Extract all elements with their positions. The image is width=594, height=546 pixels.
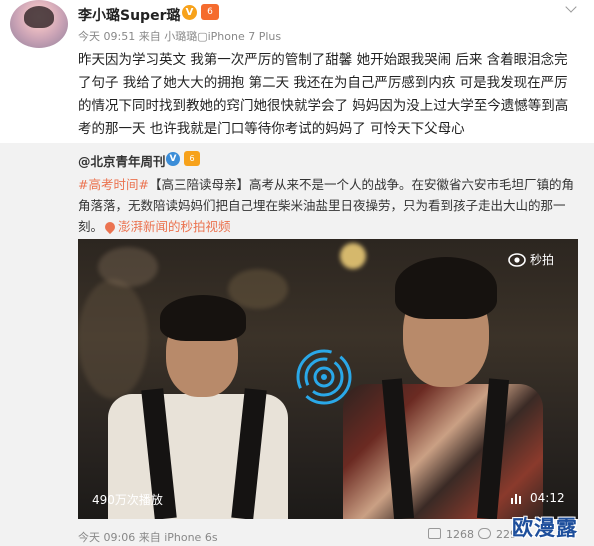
chevron-down-icon[interactable] [564, 2, 578, 16]
share-count: 1268 [446, 528, 474, 541]
weibo-post: 李小璐Super璐 V 6 今天 09:51 来自 小璐璐▢iPhone 7 P… [0, 0, 594, 143]
left-boy-hair [160, 295, 246, 341]
eye-icon [508, 253, 526, 267]
repost-username[interactable]: @北京青年周刊 [78, 151, 166, 170]
repost-text: #高考时间#【高三陪读母亲】高考从来不是一个人的战争。在安徽省六安市毛坦厂镇的角… [78, 174, 578, 237]
avatar[interactable] [10, 0, 68, 48]
share-icon [428, 528, 441, 539]
video-duration: 04:12 [530, 491, 565, 505]
view-count: 490万次播放 [92, 493, 163, 507]
share-action[interactable]: 1268 [428, 528, 474, 541]
play-target-icon[interactable] [296, 349, 352, 405]
verified-badge: V [166, 152, 180, 166]
level-badge: 6 [201, 4, 219, 20]
post-meta: 今天 09:51 来自 小璐璐▢iPhone 7 Plus [78, 30, 282, 43]
left-boy [108, 279, 308, 519]
topic-link[interactable]: #高考时间# [78, 177, 149, 192]
video-player[interactable]: 秒拍 490万次播放 04:12 [78, 239, 578, 519]
video-watermark: 秒拍 [530, 253, 555, 267]
post-text: 昨天因为学习英文 我第一次严厉的管制了甜馨 她开始跟我哭闹 后来 含着眼泪念完了… [78, 52, 569, 137]
video-link[interactable]: 澎湃新闻的秒拍视频 [118, 219, 231, 234]
level-badge: 6 [184, 151, 200, 166]
comment-icon [478, 528, 491, 539]
verified-badge: V [182, 5, 197, 20]
bars-icon [511, 494, 521, 504]
location-pin-icon [102, 219, 118, 235]
right-boy-hair [395, 257, 497, 319]
brand-watermark: 欧漫露 [512, 516, 578, 540]
post-username[interactable]: 李小璐Super璐 [78, 5, 180, 25]
right-boy [333, 249, 563, 519]
repost-meta: 今天 09:06 来自 iPhone 6s [78, 531, 218, 544]
